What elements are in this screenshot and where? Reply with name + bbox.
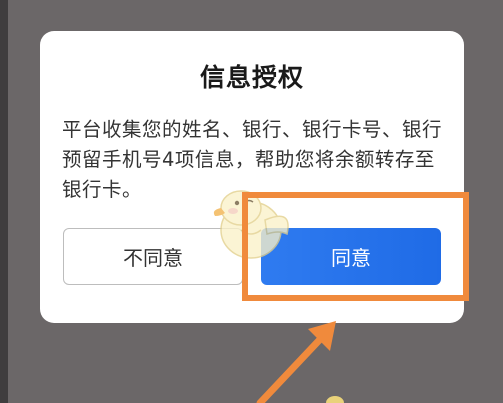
- authorization-dialog: 信息授权 平台收集您的姓名、银行、银行卡号、银行预留手机号4项信息，帮助您将余额…: [40, 31, 464, 323]
- screen-edge: [0, 0, 8, 403]
- agree-button[interactable]: 同意: [261, 228, 441, 285]
- decorative-dot: [326, 396, 344, 403]
- dialog-message: 平台收集您的姓名、银行、银行卡号、银行预留手机号4项信息，帮助您将余额转存至银行…: [62, 118, 443, 201]
- dialog-title: 信息授权: [199, 63, 304, 92]
- disagree-button[interactable]: 不同意: [63, 228, 243, 285]
